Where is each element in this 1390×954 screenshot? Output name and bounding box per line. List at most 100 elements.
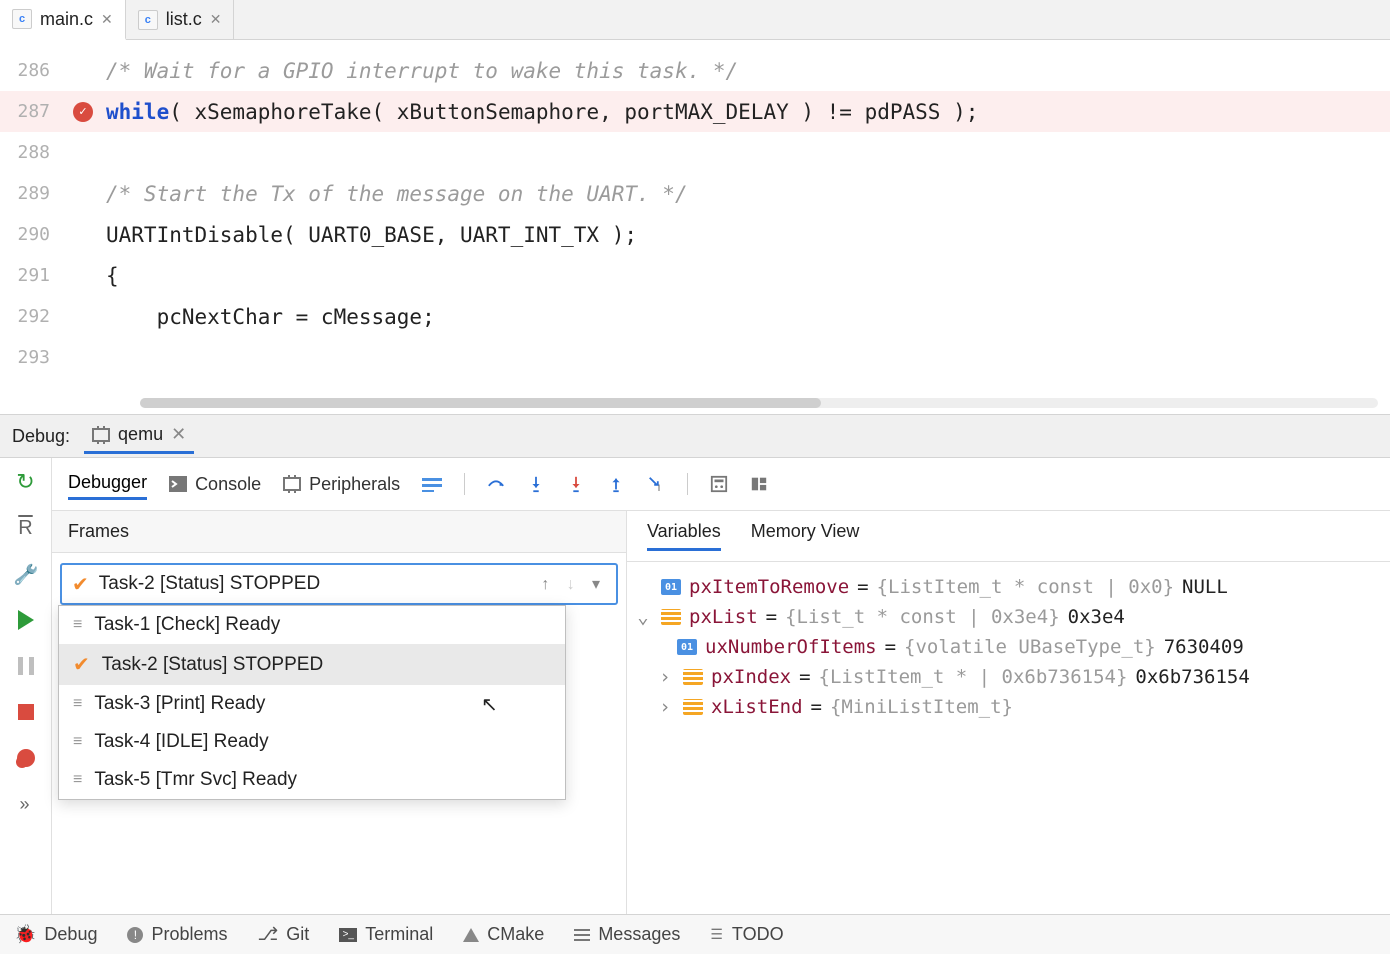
view-mode-icon[interactable] <box>750 475 768 493</box>
frames-dropdown[interactable]: ✔ Task-2 [Status] STOPPED ↑ ↓ ▾ <box>60 563 618 605</box>
tab-label: main.c <box>40 9 93 30</box>
debug-session-tab[interactable]: qemu ✕ <box>84 418 194 454</box>
bottom-todo[interactable]: ☰TODO <box>710 924 783 945</box>
bottom-problems[interactable]: !Problems <box>127 924 227 945</box>
var-name: xListEnd <box>711 696 803 718</box>
debugger-toolbar: Debugger Console Peripherals I <box>52 458 1390 511</box>
reset-button[interactable]: R <box>14 516 38 540</box>
var-icon: 01 <box>677 639 697 655</box>
code-area[interactable]: /* Wait for a GPIO interrupt to wake thi… <box>106 40 1390 392</box>
check-icon: ✔ <box>72 572 89 597</box>
prev-frame-icon[interactable]: ↑ <box>535 576 555 593</box>
collapse-icon[interactable]: ⌄ <box>633 606 653 628</box>
console-tab[interactable]: Console <box>169 470 261 499</box>
close-icon[interactable]: ✕ <box>171 424 186 445</box>
settings-button[interactable]: 🔧 <box>14 562 38 586</box>
code-comment: /* Wait for a GPIO interrupt to wake thi… <box>106 59 738 83</box>
debug-panel: ↻ R 🔧 » Debugger Console Peripherals <box>0 458 1390 914</box>
var-value: 0x3e4 <box>1068 606 1125 628</box>
step-over-icon[interactable] <box>487 475 505 493</box>
stop-button[interactable] <box>14 700 38 724</box>
editor-tabs: c main.c ✕ c list.c ✕ <box>0 0 1390 40</box>
chip-icon <box>283 477 301 491</box>
frame-option[interactable]: ≡Task-4 [IDLE] Ready <box>59 723 565 761</box>
frame-option[interactable]: ≡Task-5 [Tmr Svc] Ready <box>59 761 565 799</box>
bottom-debug[interactable]: 🐞Debug <box>14 924 97 945</box>
var-icon: 01 <box>661 579 681 595</box>
tab-list-c[interactable]: c list.c ✕ <box>126 0 235 39</box>
svg-text:I: I <box>658 483 661 493</box>
var-type: {MiniListItem_t} <box>830 696 1013 718</box>
var-type: {ListItem_t * const | 0x0} <box>877 576 1174 598</box>
code-text: pcNextChar = cMessage; <box>106 305 435 329</box>
warning-icon: ! <box>127 927 143 943</box>
step-out-icon[interactable] <box>607 475 625 493</box>
struct-icon <box>661 609 681 625</box>
frame-option[interactable]: ✔Task-2 [Status] STOPPED <box>59 644 565 685</box>
code-comment: /* Start the Tx of the message on the UA… <box>106 182 688 206</box>
expand-icon[interactable]: › <box>655 666 675 688</box>
todo-icon: ☰ <box>710 926 724 943</box>
variables-tab[interactable]: Variables <box>647 521 721 551</box>
console-icon <box>169 476 187 492</box>
stack-icon: ≡ <box>73 771 82 789</box>
scrollbar-thumb[interactable] <box>140 398 821 408</box>
keyword: while <box>106 100 169 124</box>
layout-button[interactable] <box>422 472 442 496</box>
bottom-toolbar: 🐞Debug !Problems ⎇Git >_Terminal CMake M… <box>0 914 1390 954</box>
branch-icon: ⎇ <box>258 924 279 945</box>
terminal-icon: >_ <box>339 928 357 942</box>
bottom-cmake[interactable]: CMake <box>463 924 544 945</box>
evaluate-icon[interactable] <box>710 475 728 493</box>
bottom-terminal[interactable]: >_Terminal <box>339 924 433 945</box>
expand-icon[interactable]: › <box>655 696 675 718</box>
chevron-down-icon[interactable]: ▾ <box>586 576 606 593</box>
messages-icon <box>574 929 590 941</box>
variables-panel: Variables Memory View 01 pxItemToRemove … <box>627 511 1390 914</box>
session-name: qemu <box>118 424 163 445</box>
breakpoint-gutter[interactable] <box>60 40 106 392</box>
bottom-git[interactable]: ⎇Git <box>258 924 310 945</box>
frame-option[interactable]: ≡Task-3 [Print] Ready <box>59 685 565 723</box>
memory-view-tab[interactable]: Memory View <box>751 521 860 551</box>
var-name: pxList <box>689 606 758 628</box>
variables-tree[interactable]: 01 pxItemToRemove = {ListItem_t * const … <box>627 562 1390 732</box>
resume-button[interactable] <box>14 608 38 632</box>
var-type: {ListItem_t * | 0x6b736154} <box>819 666 1128 688</box>
frame-option[interactable]: ≡Task-1 [Check] Ready <box>59 606 565 644</box>
frames-popup: ≡Task-1 [Check] Ready ✔Task-2 [Status] S… <box>58 605 566 800</box>
frames-header: Frames <box>52 511 626 553</box>
force-step-into-icon[interactable] <box>567 475 585 493</box>
debug-header: Debug: qemu ✕ <box>0 414 1390 458</box>
breakpoints-button[interactable] <box>14 746 38 770</box>
debug-label: Debug: <box>12 426 70 447</box>
selected-frame: Task-2 [Status] STOPPED <box>99 573 320 595</box>
stack-icon: ≡ <box>73 695 82 713</box>
code-editor[interactable]: 286 287 288 289 290 291 292 293 /* Wait … <box>0 40 1390 392</box>
horizontal-scrollbar[interactable] <box>140 398 1378 408</box>
breakpoint-icon[interactable] <box>73 102 93 122</box>
stack-icon: ≡ <box>73 733 82 751</box>
line-gutter: 286 287 288 289 290 291 292 293 <box>0 40 60 392</box>
var-type: {List_t * const | 0x3e4} <box>785 606 1060 628</box>
more-button[interactable]: » <box>14 792 38 816</box>
var-name: pxIndex <box>711 666 791 688</box>
bottom-messages[interactable]: Messages <box>574 924 680 945</box>
tab-main-c[interactable]: c main.c ✕ <box>0 0 126 40</box>
run-to-cursor-icon[interactable]: I <box>647 475 665 493</box>
step-into-icon[interactable] <box>527 475 545 493</box>
next-frame-icon: ↓ <box>561 576 581 593</box>
c-file-icon: c <box>138 10 158 30</box>
close-icon[interactable]: ✕ <box>210 11 222 28</box>
var-value: 7630409 <box>1164 636 1244 658</box>
pause-button[interactable] <box>14 654 38 678</box>
debugger-tab[interactable]: Debugger <box>68 468 147 500</box>
check-icon: ✔ <box>73 652 90 677</box>
rerun-button[interactable]: ↻ <box>14 470 38 494</box>
code-text: UARTIntDisable( UART0_BASE, UART_INT_TX … <box>106 223 637 247</box>
var-value: 0x6b736154 <box>1135 666 1249 688</box>
var-type: {volatile UBaseType_t} <box>904 636 1156 658</box>
peripherals-tab[interactable]: Peripherals <box>283 470 400 499</box>
bug-icon: 🐞 <box>14 924 36 945</box>
close-icon[interactable]: ✕ <box>101 11 113 28</box>
